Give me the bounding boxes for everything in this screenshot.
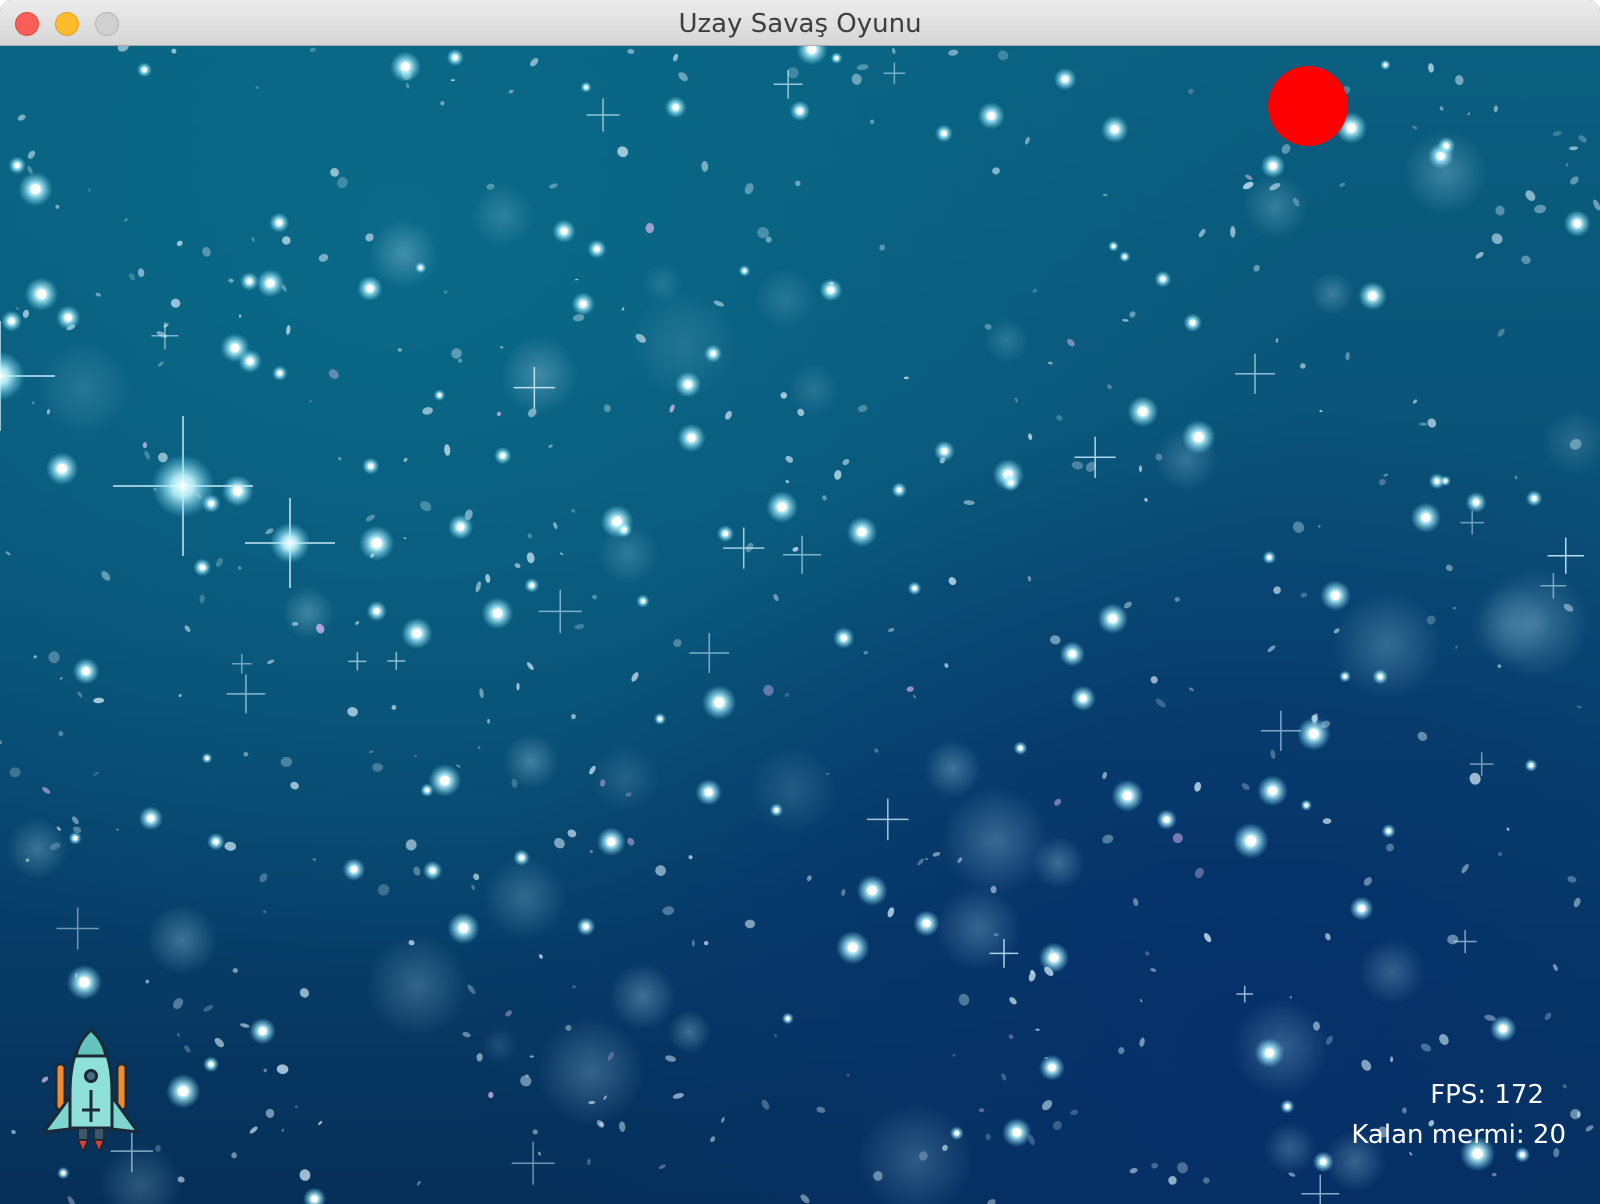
title-bar[interactable]: Uzay Savaş Oyunu bbox=[0, 0, 1600, 46]
ammo-value: 20 bbox=[1532, 1120, 1566, 1150]
rocket-ship-icon bbox=[42, 1028, 140, 1153]
fps-label: FPS: bbox=[1430, 1080, 1487, 1110]
ammo-label: Kalan mermi: bbox=[1351, 1120, 1525, 1150]
ammo-counter: Kalan mermi: 20 bbox=[1351, 1120, 1566, 1150]
starfield-background bbox=[0, 46, 1600, 1204]
window-title: Uzay Savaş Oyunu bbox=[678, 9, 922, 39]
fps-counter: FPS: 172 bbox=[1430, 1080, 1544, 1110]
game-window: Uzay Savaş Oyunu FPS: 172 Kalan mermi: 2… bbox=[0, 0, 1600, 1204]
enemy-red-circle bbox=[1268, 66, 1348, 146]
fps-value: 172 bbox=[1494, 1080, 1544, 1110]
game-canvas[interactable]: FPS: 172 Kalan mermi: 20 bbox=[0, 46, 1600, 1204]
